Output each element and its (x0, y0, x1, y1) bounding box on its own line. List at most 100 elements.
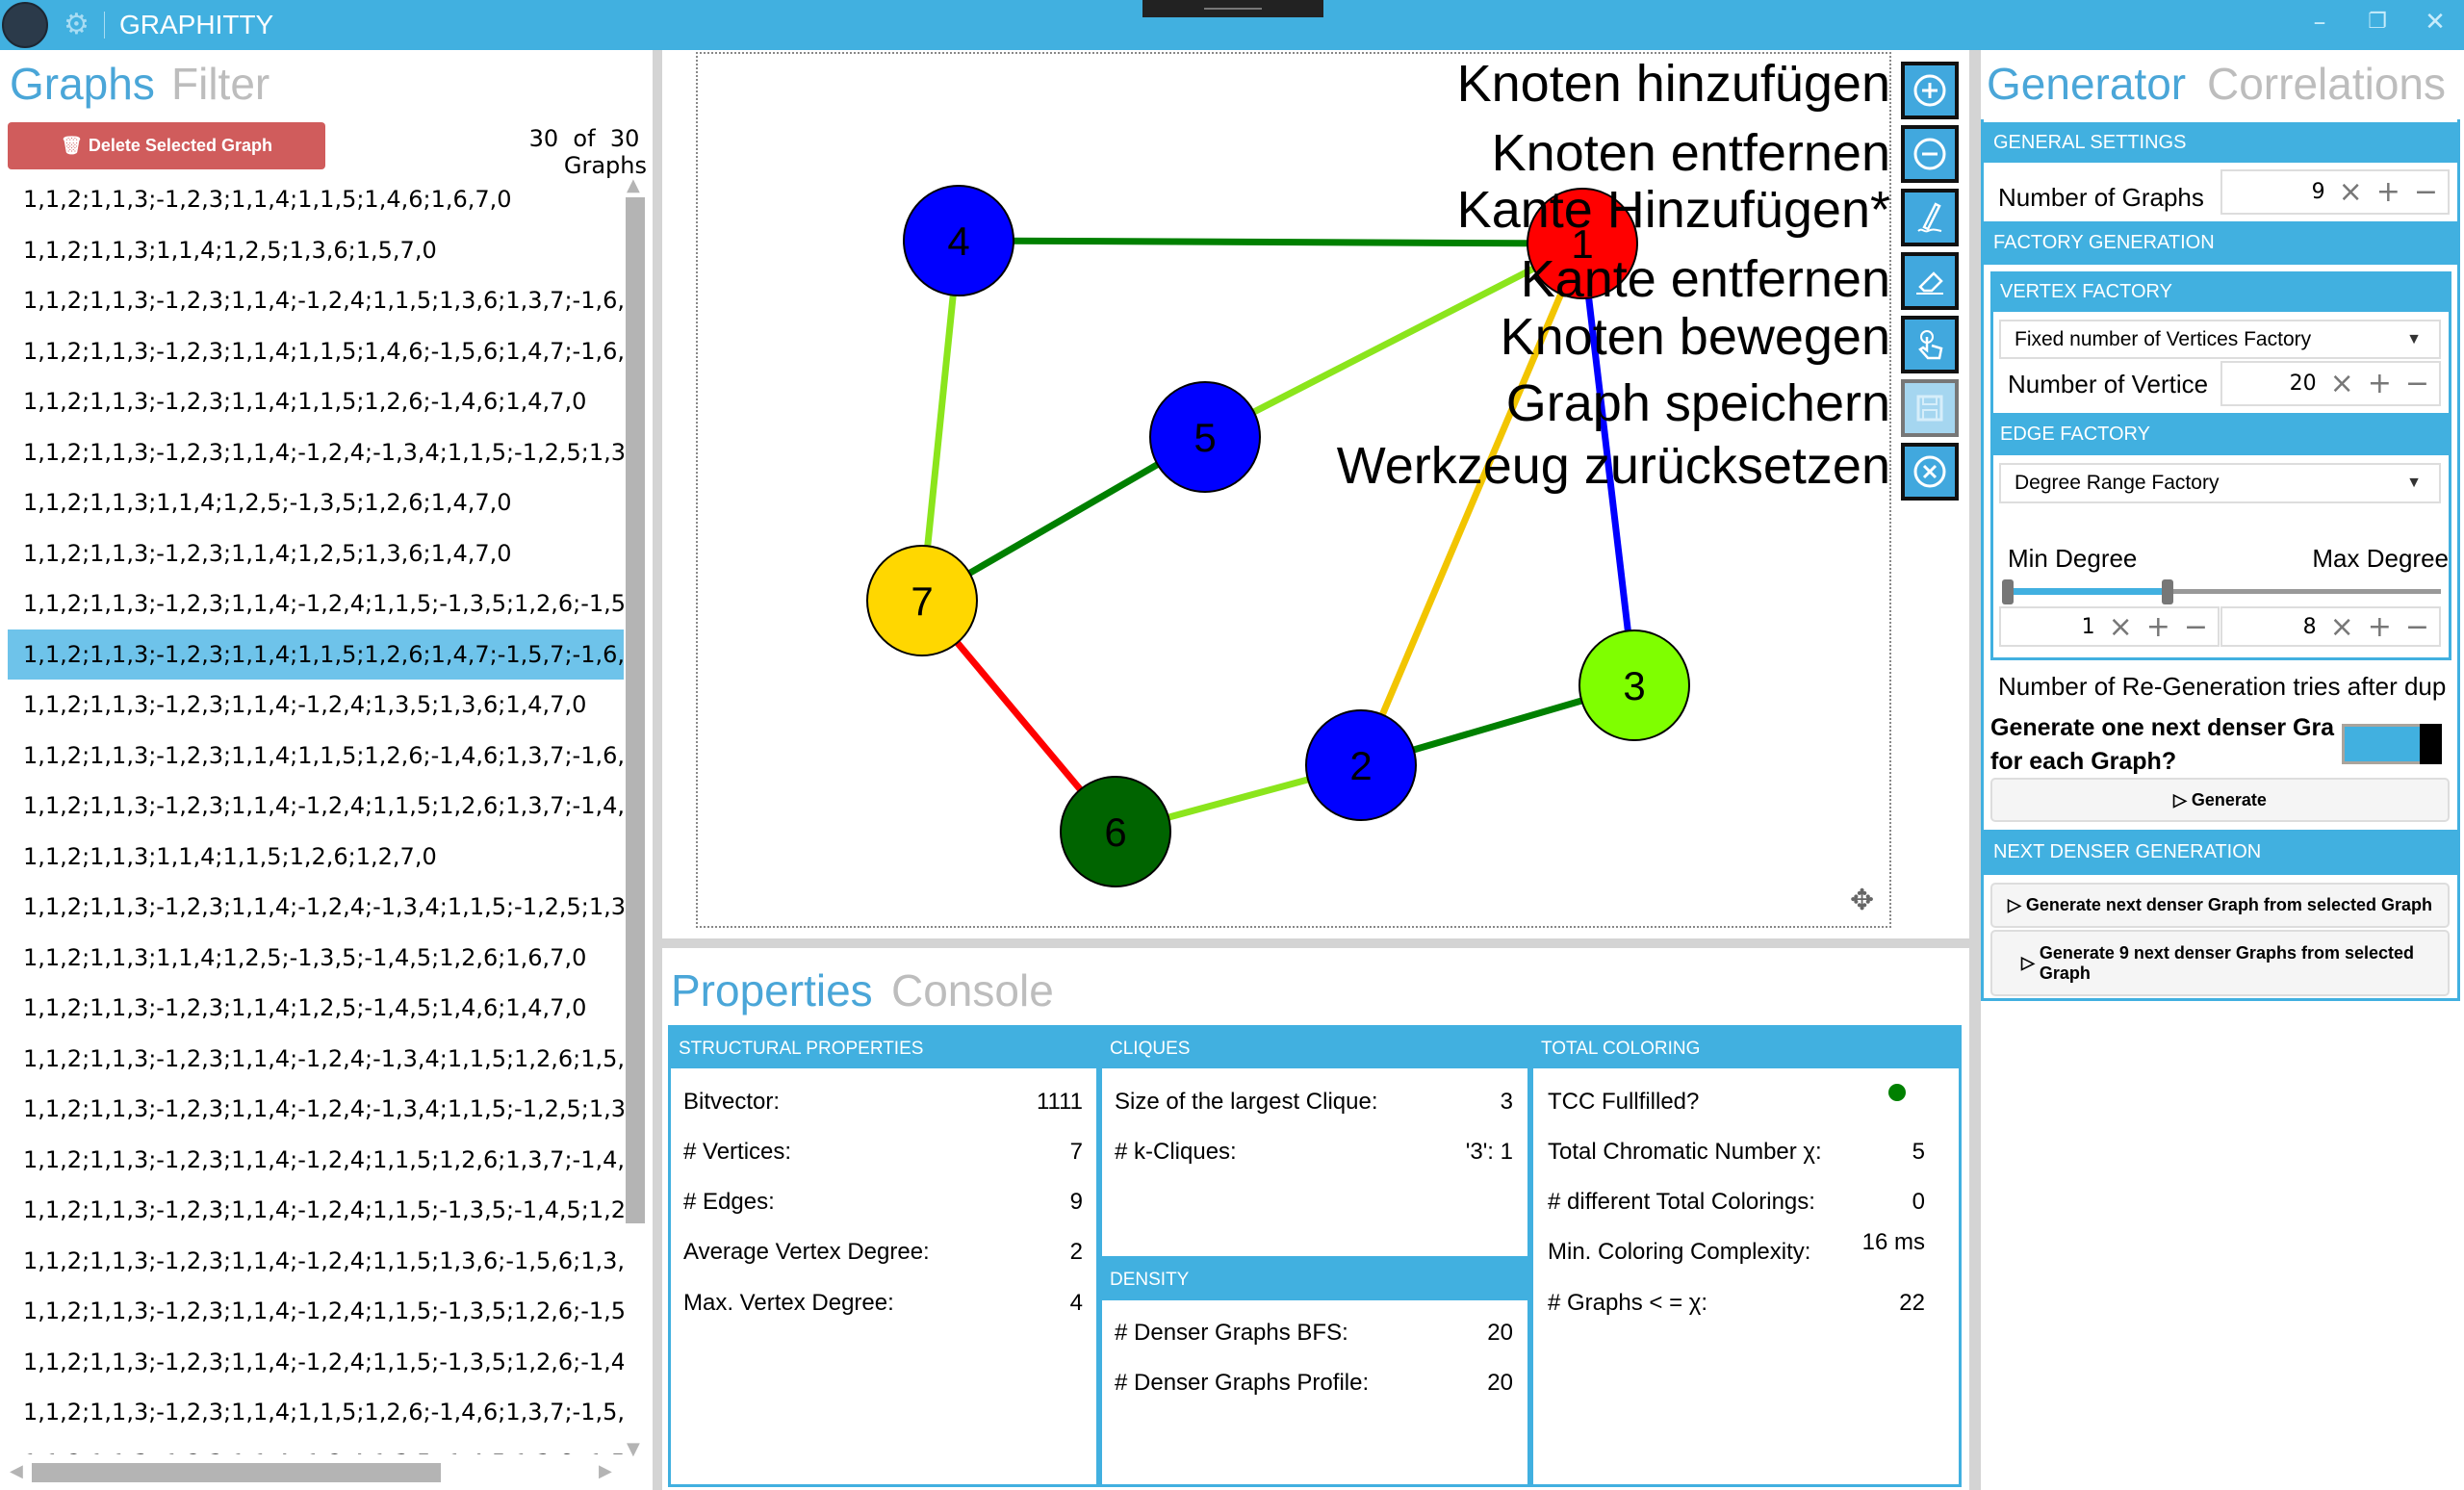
coloring-row-label: # Graphs < = χ: (1548, 1290, 1708, 1316)
structural-row-label: Max. Vertex Degree: (683, 1290, 894, 1316)
generate-label: Generate (2191, 789, 2267, 809)
cliques-row-value: '3': 1 (1465, 1139, 1513, 1165)
graph-node-label: 7 (911, 578, 933, 624)
play-icon: ▷ (2173, 789, 2192, 809)
decrement-icon[interactable]: − (2405, 610, 2429, 644)
tool-button[interactable] (1901, 125, 1959, 183)
clear-icon[interactable]: × (2330, 367, 2354, 400)
tool-label: Kante entfernen (1520, 250, 1890, 308)
structural-row-label: # Vertices: (683, 1139, 792, 1165)
edge-factory-select[interactable]: Degree Range Factory ▼ (1999, 463, 2441, 503)
tab-generator[interactable]: Generator (1987, 58, 2186, 110)
vertex-factory-header: VERTEX FACTORY (1990, 271, 2451, 312)
generate-next-denser-label: Generate next denser Graph from selected… (2025, 895, 2432, 914)
graph-edge-4-1[interactable] (958, 237, 1583, 247)
generate-button[interactable]: ▷ Generate (1990, 778, 2450, 822)
structural-row-value: 4 (1069, 1290, 1083, 1316)
regeneration-tries-label: Number of Re-Generation tries after dup (1998, 672, 2447, 701)
clear-icon[interactable]: × (2339, 175, 2363, 209)
graph-node-label: 5 (1194, 415, 1216, 460)
decrement-icon[interactable]: − (2405, 367, 2429, 400)
structural-row-value: 1111 (1036, 1089, 1083, 1115)
move-cursor-icon: ✥ (1850, 884, 1875, 917)
number-of-graphs-value: 9 (2311, 180, 2325, 204)
edge-factory-value: Degree Range Factory (2015, 472, 2220, 494)
decrement-icon[interactable]: − (2414, 175, 2438, 209)
number-of-vertices-input[interactable]: 20 × + − (2220, 361, 2441, 406)
eraser-icon (1916, 271, 1943, 295)
chevron-down-icon: ▼ (2406, 475, 2422, 491)
vertex-factory-select[interactable]: Fixed number of Vertices Factory ▼ (1999, 320, 2441, 359)
decrement-icon[interactable]: − (2184, 610, 2208, 644)
save-icon (1916, 395, 1943, 422)
min-degree-value: 1 (2081, 614, 2095, 639)
coloring-row-value: 0 (1912, 1189, 1925, 1215)
min-degree-input[interactable]: 1 × + − (1999, 606, 2220, 647)
tool-label: Knoten entfernen (1491, 124, 1890, 182)
play-icon: ▷ (2021, 953, 2040, 972)
number-of-graphs-label: Number of Graphs (1998, 183, 2204, 212)
edge-factory-header: EDGE FACTORY (1990, 413, 2451, 455)
tool-button[interactable] (1901, 62, 1959, 119)
structural-row-label: Average Vertex Degree: (683, 1239, 930, 1265)
density-row-label: # Denser Graphs BFS: (1115, 1320, 1348, 1346)
number-of-graphs-input[interactable]: 9 × + − (2220, 169, 2450, 215)
max-degree-input[interactable]: 8 × + − (2220, 606, 2441, 647)
add-circle-icon (1913, 74, 1946, 107)
min-degree-label: Min Degree (2008, 544, 2138, 573)
generate-n-next-denser-button[interactable]: ▷ Generate 9 next denser Graphs from sel… (1990, 930, 2450, 996)
denser-toggle-switch[interactable] (2342, 724, 2442, 764)
hand-pointer-icon (1918, 330, 1943, 360)
coloring-row-value: 22 (1899, 1290, 1925, 1316)
increment-icon[interactable]: + (2368, 610, 2392, 644)
clear-icon[interactable]: × (2109, 610, 2133, 644)
cliques-header: CLIQUES (1102, 1025, 1527, 1068)
structural-row-value: 2 (1069, 1239, 1083, 1265)
tcc-status-indicator (1888, 1084, 1906, 1101)
pen-icon (1917, 202, 1942, 233)
coloring-row-value: 5 (1912, 1139, 1925, 1165)
tab-properties[interactable]: Properties (671, 964, 873, 1016)
density-row-value: 20 (1487, 1370, 1513, 1396)
cliques-row-label: # k-Cliques: (1115, 1139, 1237, 1165)
tool-label: Knoten hinzufügen (1456, 55, 1890, 113)
next-denser-generation-header: NEXT DENSER GENERATION (1984, 830, 2457, 875)
tool-label: Kante Hinzufügen* (1456, 181, 1890, 239)
density-header: DENSITY (1102, 1256, 1527, 1300)
coloring-row-label: TCC Fullfilled? (1548, 1089, 1700, 1115)
density-row-label: # Denser Graphs Profile: (1115, 1370, 1370, 1396)
coloring-row-label: Min. Coloring Complexity: (1548, 1239, 1811, 1265)
clear-icon[interactable]: × (2330, 610, 2354, 644)
factory-generation-header: FACTORY GENERATION (1984, 221, 2457, 265)
splitter-right[interactable] (1969, 50, 1981, 1490)
graph-node-label: 4 (947, 218, 969, 264)
tool-button[interactable] (1901, 443, 1959, 501)
remove-circle-icon (1913, 138, 1946, 170)
increment-icon[interactable]: + (2368, 367, 2392, 400)
reset-x-icon (1913, 455, 1946, 488)
increment-icon[interactable]: + (2376, 175, 2400, 209)
graph-node-label: 3 (1623, 663, 1645, 708)
tool-button[interactable] (1901, 379, 1959, 437)
increment-icon[interactable]: + (2146, 610, 2170, 644)
tab-correlations[interactable]: Correlations (2207, 58, 2446, 110)
graph-node-label: 6 (1104, 809, 1126, 855)
splitter-horizontal[interactable] (662, 938, 1969, 948)
coloring-row-label: # different Total Colorings: (1548, 1189, 1815, 1215)
structural-row-label: # Edges: (683, 1189, 775, 1215)
tool-button[interactable] (1901, 252, 1959, 310)
structural-row-value: 7 (1069, 1139, 1083, 1165)
chevron-down-icon: ▼ (2406, 330, 2422, 347)
cliques-row-value: 3 (1500, 1089, 1513, 1115)
tool-button[interactable] (1901, 189, 1959, 246)
tab-console[interactable]: Console (891, 964, 1054, 1016)
max-degree-slider-thumb[interactable] (2161, 579, 2173, 604)
denser-toggle-label: Generate one next denser Gra (1990, 714, 2335, 741)
tool-label: Knoten bewegen (1500, 308, 1890, 366)
generate-next-denser-button[interactable]: ▷ Generate next denser Graph from select… (1990, 883, 2450, 928)
tool-button[interactable] (1901, 316, 1959, 373)
cliques-row-label: Size of the largest Clique: (1115, 1089, 1378, 1115)
vertex-factory-value: Fixed number of Vertices Factory (2015, 327, 2312, 350)
number-of-vertices-value: 20 (2289, 372, 2317, 396)
min-degree-slider-thumb[interactable] (2002, 579, 2014, 604)
